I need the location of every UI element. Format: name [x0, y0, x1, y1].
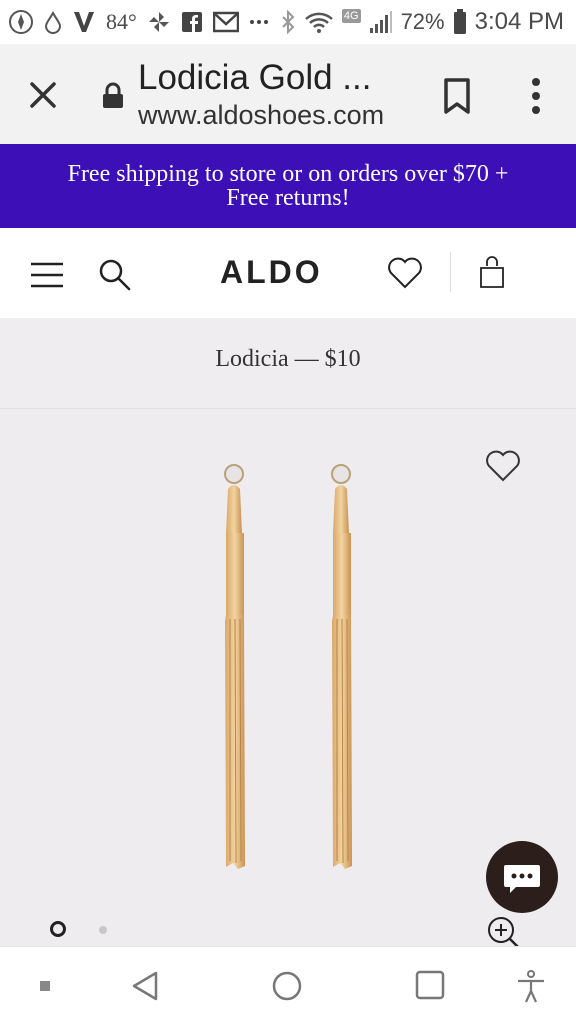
- earring-right-image: [331, 464, 352, 869]
- status-bar: 84° 4G 72% 3:04 PM: [0, 0, 576, 44]
- search-icon[interactable]: [98, 258, 132, 292]
- accessibility-icon[interactable]: [514, 969, 548, 1008]
- facebook-icon: [181, 11, 203, 33]
- more-vert-icon[interactable]: [524, 74, 548, 118]
- battery-icon: [453, 9, 467, 35]
- page-title[interactable]: Lodicia Gold ...: [138, 58, 371, 98]
- bookmark-icon[interactable]: [440, 76, 474, 116]
- temperature-text: 84°: [106, 9, 137, 34]
- fan-icon: [147, 10, 171, 34]
- status-left-icons: 84°: [8, 6, 269, 38]
- carousel-dot-active[interactable]: [50, 921, 66, 937]
- status-right-icons: 4G 72% 3:04 PM: [280, 6, 564, 38]
- site-header: ALDO: [0, 228, 576, 318]
- menu-icon[interactable]: [30, 262, 64, 288]
- bluetooth-icon: [280, 10, 296, 34]
- back-icon[interactable]: [128, 969, 162, 1008]
- drop-icon: [44, 10, 62, 34]
- aldo-logo[interactable]: ALDO: [220, 254, 323, 291]
- promo-line-1: Free shipping to store or on orders over…: [67, 161, 509, 187]
- heart-icon[interactable]: [386, 256, 424, 290]
- chat-icon: [504, 865, 540, 893]
- wishlist-heart-icon[interactable]: [484, 449, 522, 483]
- signal-icon: [369, 10, 393, 34]
- shopping-bag-icon[interactable]: [478, 254, 506, 290]
- pinwheel-icon: [8, 9, 34, 35]
- header-divider: [450, 252, 451, 292]
- product-title-bar: Lodicia — $10: [0, 318, 576, 409]
- product-image-area[interactable]: [0, 409, 576, 951]
- clock: 3:04 PM: [474, 8, 564, 35]
- gmail-icon: [212, 11, 239, 33]
- promo-line-2: Free returns!: [226, 185, 350, 211]
- wifi-icon: [304, 10, 334, 34]
- product-title: Lodicia — $10: [215, 346, 361, 372]
- recents-icon[interactable]: [414, 969, 446, 1006]
- network-badge: 4G: [341, 9, 361, 23]
- lock-icon: [100, 82, 126, 110]
- android-nav-bar: [0, 946, 576, 1025]
- carousel-dot[interactable]: [99, 926, 107, 934]
- more-dots-icon: [249, 18, 269, 26]
- promo-banner[interactable]: Free shipping to store or on orders over…: [0, 144, 576, 228]
- page-url[interactable]: www.aldoshoes.com: [138, 100, 384, 131]
- chat-button[interactable]: [486, 841, 558, 913]
- home-icon[interactable]: [270, 969, 304, 1008]
- earring-left-image: [224, 464, 245, 869]
- browser-toolbar: Lodicia Gold ... www.aldoshoes.com: [0, 44, 576, 144]
- battery-percent: 72%: [400, 9, 445, 34]
- close-icon[interactable]: [26, 78, 60, 112]
- square-small-icon[interactable]: [38, 979, 52, 998]
- verizon-v-icon: [72, 9, 96, 35]
